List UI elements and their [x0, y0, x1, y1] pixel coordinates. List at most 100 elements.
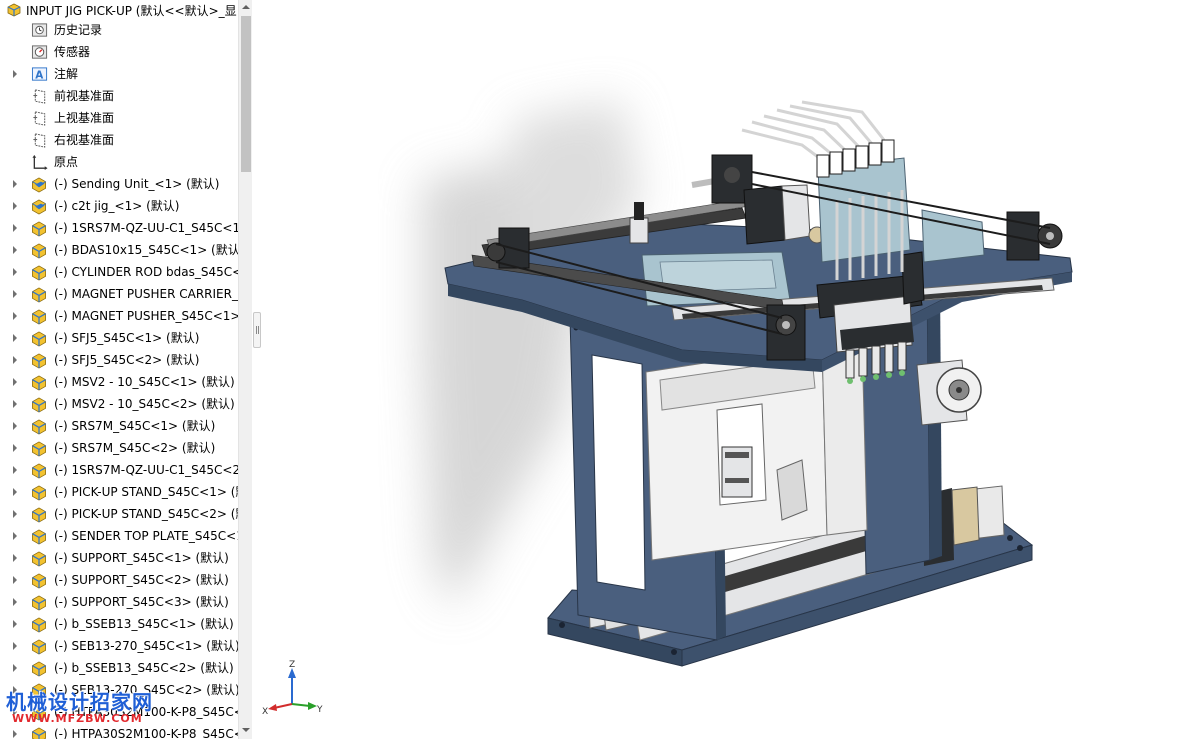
scrollbar-thumb[interactable] [241, 16, 251, 172]
part-icon [32, 419, 46, 435]
tree-item[interactable]: (-) c2t jig_<1> (默认) [0, 195, 238, 217]
expand-chevron-icon[interactable] [11, 289, 19, 299]
scroll-up-icon[interactable] [242, 3, 250, 11]
part-icon [32, 375, 46, 391]
expand-chevron-icon[interactable] [11, 179, 19, 189]
expand-chevron-icon[interactable] [11, 465, 19, 475]
tree-item[interactable]: (-) MAGNET PUSHER CARRIER_ [0, 283, 238, 305]
part-icon [32, 265, 46, 281]
tree-item[interactable]: 前视基准面 [0, 85, 238, 107]
tree-item[interactable]: (-) SUPPORT_S45C<3> (默认) [0, 591, 238, 613]
tree-item[interactable]: 传感器 [0, 41, 238, 63]
x-axis-label: X [262, 707, 268, 717]
tree-item-label: 前视基准面 [54, 89, 115, 103]
y-axis-line [291, 703, 311, 707]
tree-item-label: (-) c2t jig_<1> (默认) [54, 199, 180, 213]
tree-item[interactable]: 原点 [0, 151, 238, 173]
expand-chevron-icon[interactable] [11, 223, 19, 233]
part-icon [32, 243, 46, 259]
tree-item-label: 注解 [54, 67, 79, 81]
part-icon [32, 529, 46, 545]
tree-item[interactable]: (-) SFJ5_S45C<1> (默认) [0, 327, 238, 349]
expand-chevron-icon[interactable] [11, 377, 19, 387]
tree-item-label: (-) SEB13-270_S45C<1> (默认) [54, 639, 238, 653]
tree-item-label: 传感器 [54, 45, 91, 59]
tree-item[interactable]: (-) SUPPORT_S45C<1> (默认) [0, 547, 238, 569]
tree-item-label: 原点 [54, 155, 79, 169]
expand-chevron-icon[interactable] [11, 663, 19, 673]
tree-item[interactable]: (-) SENDER TOP PLATE_S45C<1 [0, 525, 238, 547]
tree-item[interactable]: (-) 1SRS7M-QZ-UU-C1_S45C<1 [0, 217, 238, 239]
tree-item-label: 历史记录 [54, 23, 103, 37]
tree-item-label: (-) SUPPORT_S45C<2> (默认) [54, 573, 229, 587]
expand-chevron-icon[interactable] [11, 509, 19, 519]
expand-chevron-icon[interactable] [11, 443, 19, 453]
expand-chevron-icon[interactable] [11, 267, 19, 277]
tree-item[interactable]: 上视基准面 [0, 107, 238, 129]
tree-item[interactable]: (-) SRS7M_S45C<1> (默认) [0, 415, 238, 437]
tree-item[interactable]: 历史记录 [0, 19, 238, 41]
expand-chevron-icon[interactable] [11, 597, 19, 607]
watermark-url: WWW.MFZBW.COM [12, 712, 143, 725]
tree-item-label: (-) SFJ5_S45C<1> (默认) [54, 331, 200, 345]
tree-item[interactable]: (-) MSV2 - 10_S45C<2> (默认) [0, 393, 238, 415]
tree-item[interactable]: (-) BDAS10x15_S45C<1> (默认) [0, 239, 238, 261]
tree-item[interactable]: (-) Sending Unit_<1> (默认) [0, 173, 238, 195]
svg-text:A: A [35, 69, 43, 81]
tree-vertical-scrollbar[interactable] [238, 0, 252, 739]
tree-item-label: (-) SRS7M_S45C<1> (默认) [54, 419, 216, 433]
panel-collapse-handle[interactable] [253, 312, 261, 348]
scroll-down-icon[interactable] [242, 726, 250, 734]
expand-chevron-icon[interactable] [11, 575, 19, 585]
expand-chevron-icon[interactable] [11, 245, 19, 255]
expand-chevron-icon[interactable] [11, 421, 19, 431]
tree-item[interactable]: (-) SUPPORT_S45C<2> (默认) [0, 569, 238, 591]
expand-chevron-icon[interactable] [11, 553, 19, 563]
expand-chevron-icon[interactable] [11, 619, 19, 629]
tree-item[interactable]: (-) MSV2 - 10_S45C<1> (默认) [0, 371, 238, 393]
tree-item[interactable]: (-) MAGNET PUSHER_S45C<1> [0, 305, 238, 327]
tree-item[interactable]: 右视基准面 [0, 129, 238, 151]
top-stepper-motor [743, 184, 826, 245]
tree-item[interactable]: (-) PICK-UP STAND_S45C<1> (默 [0, 481, 238, 503]
plane-icon [33, 133, 46, 148]
tree-item[interactable]: A 注解 [0, 63, 238, 85]
part-icon [32, 573, 46, 589]
z-axis-label: Z [289, 660, 295, 670]
grip-icon [256, 326, 259, 334]
tree-item[interactable]: (-) 1SRS7M-QZ-UU-C1_S45C<2 [0, 459, 238, 481]
graphics-viewport[interactable] [262, 0, 1203, 739]
expand-chevron-icon[interactable] [11, 531, 19, 541]
expand-chevron-icon[interactable] [11, 311, 19, 321]
tree-item[interactable]: (-) b_SSEB13_S45C<1> (默认) [0, 613, 238, 635]
expand-chevron-icon[interactable] [11, 69, 19, 79]
expand-chevron-icon[interactable] [11, 355, 19, 365]
expand-chevron-icon[interactable] [11, 201, 19, 211]
tree-item[interactable]: (-) SFJ5_S45C<2> (默认) [0, 349, 238, 371]
tree-item-label: (-) 1SRS7M-QZ-UU-C1_S45C<2 [54, 463, 238, 477]
expand-chevron-icon[interactable] [11, 641, 19, 651]
tree-item-label: (-) Sending Unit_<1> (默认) [54, 177, 220, 191]
tree-item[interactable]: (-) b_SSEB13_S45C<2> (默认) [0, 657, 238, 679]
y-axis-label: Y [316, 705, 323, 715]
part-icon [32, 507, 46, 523]
tree-item-label: (-) MSV2 - 10_S45C<2> (默认) [54, 397, 235, 411]
tree-root-label: INPUT JIG PICK-UP (默认<<默认>_显 [26, 3, 237, 18]
expand-chevron-icon[interactable] [11, 487, 19, 497]
tree-item[interactable]: (-) SEB13-270_S45C<1> (默认) [0, 635, 238, 657]
part-icon [32, 441, 46, 457]
expand-chevron-icon[interactable] [11, 729, 19, 739]
tree-item[interactable]: (-) PICK-UP STAND_S45C<2> (默 [0, 503, 238, 525]
side-motor [916, 359, 982, 426]
plane-icon [33, 89, 46, 104]
tree-root-item[interactable]: INPUT JIG PICK-UP (默认<<默认>_显 [0, 0, 238, 20]
expand-chevron-icon[interactable] [11, 333, 19, 343]
tree-item-label: (-) CYLINDER ROD bdas_S45C< [54, 265, 238, 279]
x-axis-line [273, 703, 293, 709]
tree-item-label: (-) PICK-UP STAND_S45C<2> (默 [54, 507, 238, 521]
tree-item[interactable]: (-) SRS7M_S45C<2> (默认) [0, 437, 238, 459]
tree-item[interactable]: (-) CYLINDER ROD bdas_S45C< [0, 261, 238, 283]
part-icon [32, 617, 46, 633]
history-folder-icon [31, 23, 48, 37]
expand-chevron-icon[interactable] [11, 399, 19, 409]
